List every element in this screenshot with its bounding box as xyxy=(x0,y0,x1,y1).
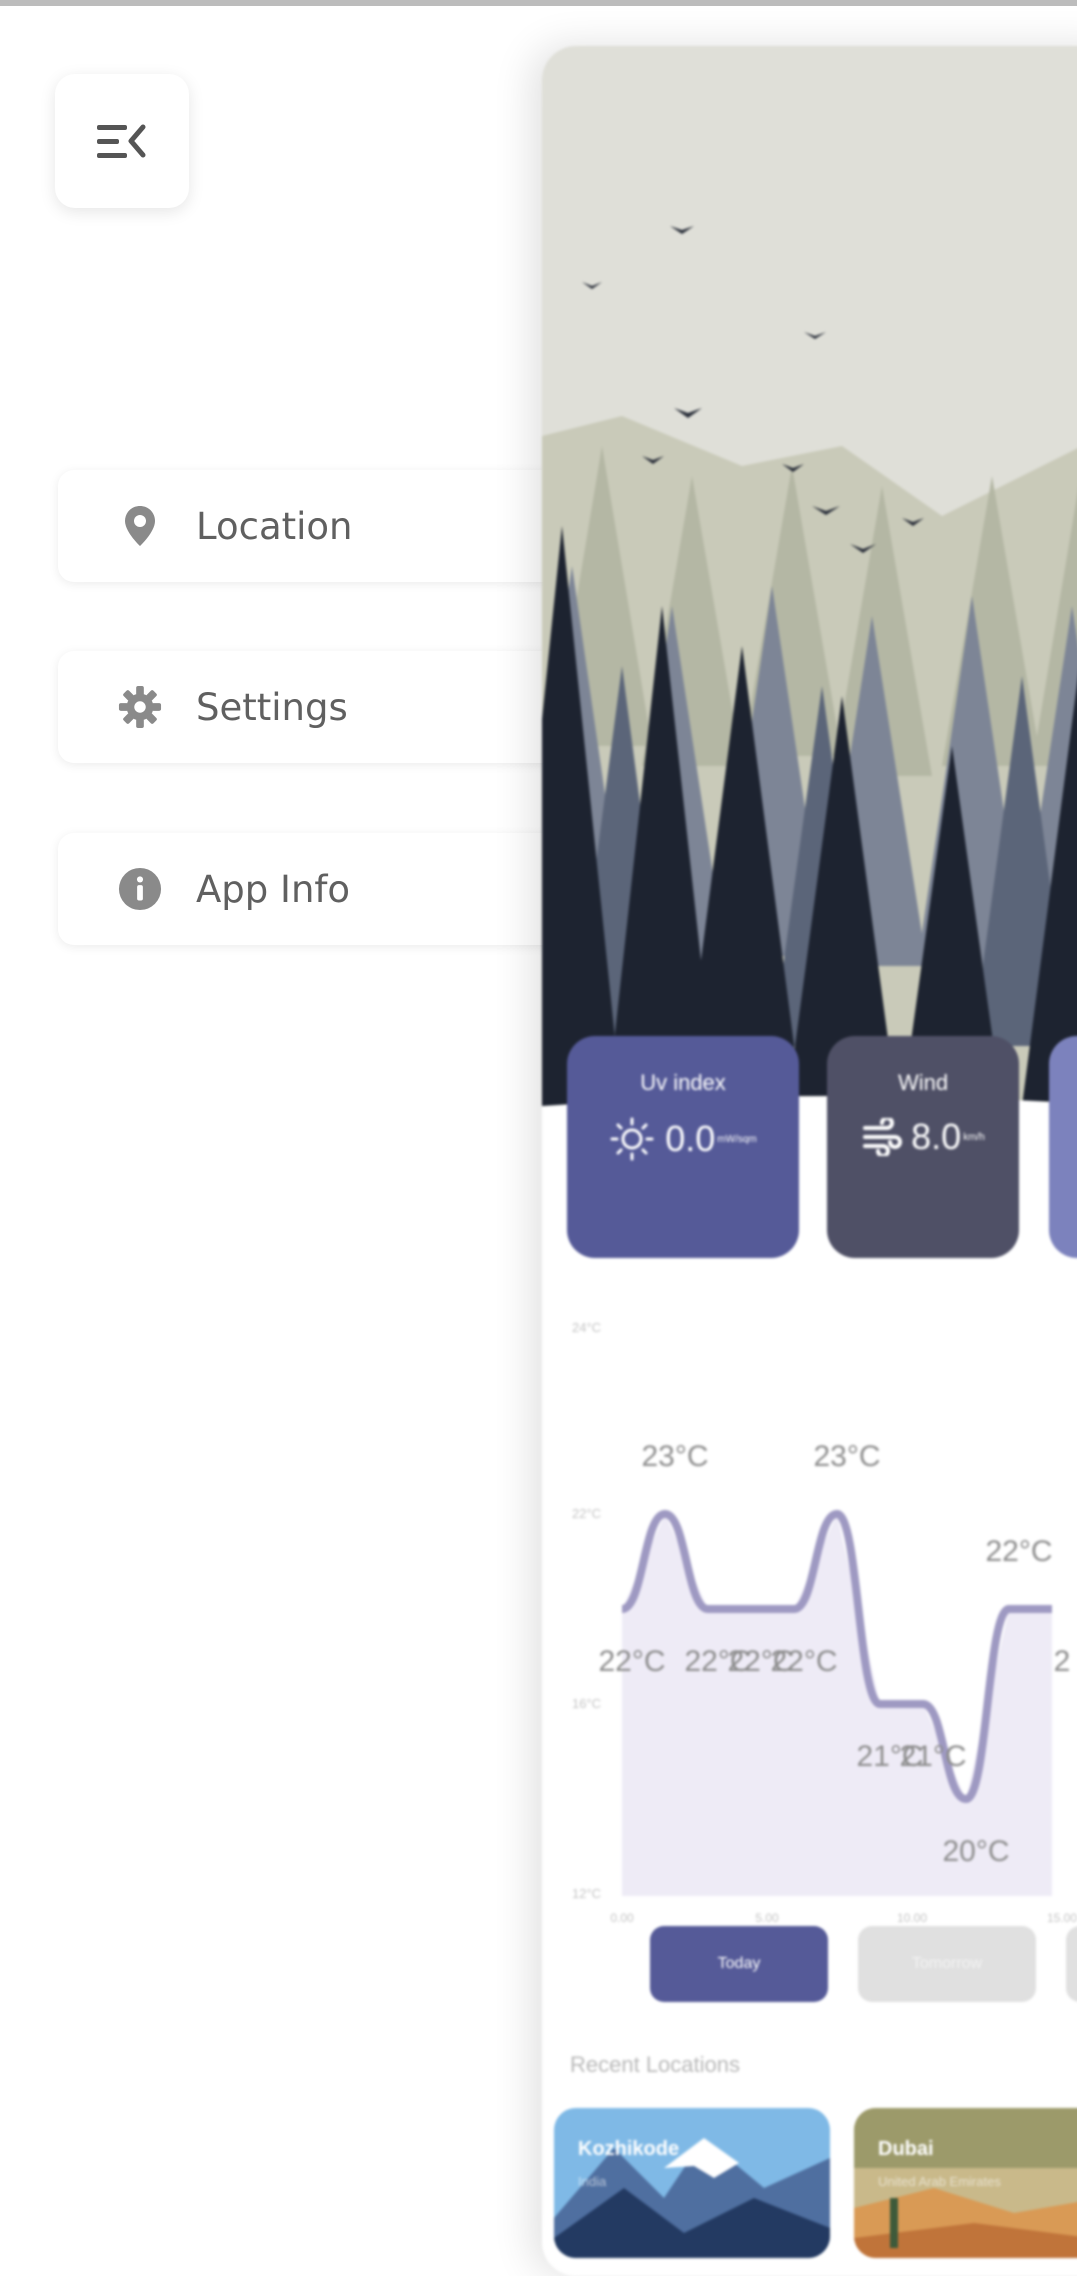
top-divider xyxy=(0,0,1077,6)
recent-location-country: India xyxy=(578,2174,607,2189)
wind-icon xyxy=(863,1118,903,1156)
info-icon xyxy=(118,867,162,911)
nav-item-label: App Info xyxy=(196,867,351,911)
sun-icon xyxy=(610,1117,654,1161)
chart-point-label: 2 xyxy=(1054,1645,1071,1678)
chart-point-label: 23°C xyxy=(813,1440,880,1473)
chart-x-tick: 5.00 xyxy=(755,1911,779,1925)
chart-point-label: 23°C xyxy=(641,1440,708,1473)
uv-index-card[interactable]: Uv index 0.0 mW/sqm xyxy=(567,1036,799,1258)
chart-point-label: 21°C xyxy=(899,1740,966,1773)
nav-item-settings[interactable]: Settings xyxy=(58,651,618,763)
nav-item-app-info[interactable]: App Info xyxy=(58,833,618,945)
recent-location-card-kozhikode[interactable]: Kozhikode India xyxy=(554,2108,830,2258)
tab-tomorrow[interactable]: Tomorrow xyxy=(858,1926,1036,2002)
chart-x-tick: 0.00 xyxy=(610,1911,634,1925)
recent-location-card-dubai[interactable]: Dubai United Arab Emirates xyxy=(854,2108,1077,2258)
third-stat-card[interactable] xyxy=(1049,1036,1077,1258)
recent-location-name: Dubai xyxy=(878,2138,934,2160)
menu-collapse-button[interactable] xyxy=(55,74,189,208)
gear-icon xyxy=(118,685,162,729)
recent-location-country: United Arab Emirates xyxy=(878,2174,1001,2189)
chart-y-tick: 22°C xyxy=(572,1506,601,1521)
chart-y-tick: 24°C xyxy=(572,1320,601,1335)
wind-unit: km/h xyxy=(963,1131,985,1143)
temperature-chart: 22°C23°C22°C22°C22°C23°C21°C21°C20°C22°C… xyxy=(572,1320,1077,1925)
tab-today-label: Today xyxy=(717,1955,761,1972)
tab-tomorrow-label: Tomorrow xyxy=(911,1955,983,1972)
uv-index-unit: mW/sqm xyxy=(717,1133,757,1145)
uv-index-title: Uv index xyxy=(640,1070,726,1095)
wind-value: 8.0 xyxy=(911,1116,962,1157)
location-pin-icon xyxy=(118,504,162,548)
wind-title: Wind xyxy=(897,1070,949,1095)
chart-point-label: 20°C xyxy=(942,1835,1009,1868)
recent-locations-title: Recent Locations xyxy=(570,2052,740,2077)
chart-x-tick: 10.00 xyxy=(897,1911,927,1925)
chart-point-label: 22°C xyxy=(598,1645,665,1678)
recent-location-name: Kozhikode xyxy=(578,2138,680,2160)
wind-card[interactable]: Wind 8.0 km/h xyxy=(827,1036,1019,1258)
weather-main-panel[interactable]: Uv index 0.0 mW/sqm Wind 8.0 km/h 22°C 2… xyxy=(542,46,1077,2276)
chart-point-label: 22°C xyxy=(770,1645,837,1678)
chart-y-tick: 12°C xyxy=(572,1886,601,1901)
menu-collapse-icon xyxy=(97,124,146,158)
forest-background-illustration xyxy=(542,46,1077,1156)
nav-item-location[interactable]: Location xyxy=(58,470,618,582)
nav-item-label: Settings xyxy=(196,685,348,729)
chart-x-tick: 15.00 xyxy=(1047,1911,1077,1925)
nav-item-label: Location xyxy=(196,504,353,548)
tab-today[interactable]: Today xyxy=(650,1926,828,2002)
chart-point-label: 22°C xyxy=(985,1535,1052,1568)
uv-index-value: 0.0 xyxy=(665,1118,716,1159)
tab-next[interactable] xyxy=(1066,1926,1077,2002)
chart-y-tick: 16°C xyxy=(572,1696,601,1711)
